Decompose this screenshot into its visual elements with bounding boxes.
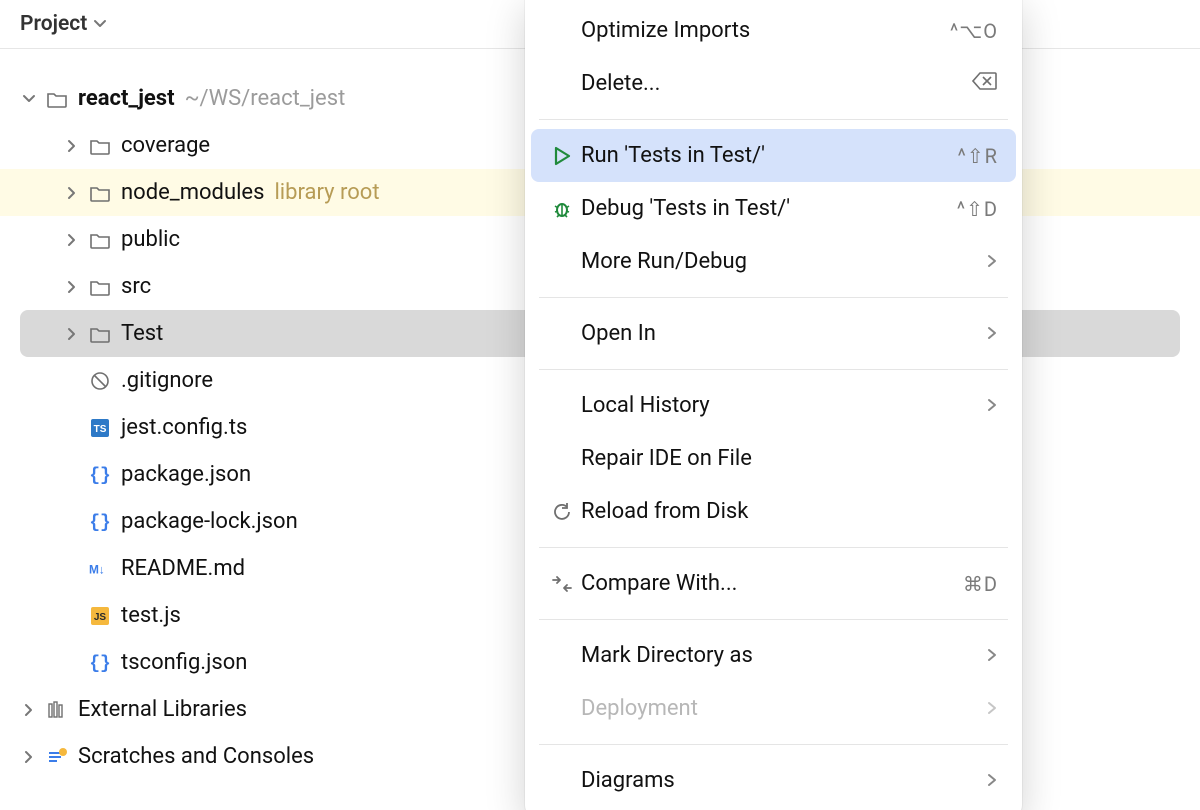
- menu-item-optimize-imports[interactable]: Optimize Imports ^⌥O: [531, 4, 1016, 57]
- json-file-icon: {}: [89, 652, 111, 674]
- chevron-right-icon[interactable]: [65, 280, 79, 294]
- menu-item-deployment: Deployment: [531, 682, 1016, 735]
- menu-separator: [539, 547, 1008, 548]
- menu-separator: [539, 619, 1008, 620]
- chevron-right-icon: [986, 643, 998, 668]
- menu-item-mark-directory-as[interactable]: Mark Directory as: [531, 629, 1016, 682]
- menu-item-delete[interactable]: Delete...: [531, 57, 1016, 110]
- menu-item-debug-tests[interactable]: Debug 'Tests in Test/' ^⇧D: [531, 182, 1016, 235]
- chevron-right-icon: [986, 249, 998, 274]
- menu-shortcut: ^⌥O: [950, 19, 998, 43]
- menu-label: Open In: [581, 321, 978, 346]
- scratches-icon: [46, 746, 68, 768]
- tree-label: jest.config.ts: [121, 415, 247, 440]
- json-file-icon: {}: [89, 511, 111, 533]
- chevron-right-icon[interactable]: [22, 703, 36, 717]
- folder-icon: [89, 276, 111, 298]
- svg-text:{}: {}: [89, 513, 111, 533]
- tree-label: public: [121, 227, 180, 252]
- menu-item-repair-ide[interactable]: Repair IDE on File: [531, 432, 1016, 485]
- chevron-right-icon[interactable]: [65, 186, 79, 200]
- menu-label: Deployment: [581, 696, 978, 721]
- chevron-down-icon[interactable]: [22, 92, 36, 106]
- menu-item-local-history[interactable]: Local History: [531, 379, 1016, 432]
- svg-text:M↓: M↓: [89, 562, 105, 576]
- tree-label: Test: [121, 321, 163, 346]
- tree-label: node_modules: [121, 180, 264, 205]
- folder-icon: [46, 88, 68, 110]
- json-file-icon: {}: [89, 464, 111, 486]
- chevron-right-icon: [986, 768, 998, 793]
- menu-label: Delete...: [581, 71, 964, 96]
- menu-label: Diagrams: [581, 768, 978, 793]
- menu-shortcut: ^⇧D: [957, 197, 998, 221]
- js-file-icon: JS: [89, 605, 111, 627]
- menu-item-reload-from-disk[interactable]: Reload from Disk: [531, 485, 1016, 538]
- chevron-right-icon[interactable]: [65, 233, 79, 247]
- chevron-right-icon[interactable]: [22, 750, 36, 764]
- tree-label: test.js: [121, 603, 181, 628]
- markdown-file-icon: M↓: [89, 558, 111, 580]
- panel-title: Project: [20, 12, 87, 36]
- menu-item-more-run-debug[interactable]: More Run/Debug: [531, 235, 1016, 288]
- project-name: react_jest: [78, 86, 175, 111]
- menu-label: Debug 'Tests in Test/': [581, 196, 949, 221]
- svg-text:{}: {}: [89, 654, 111, 674]
- library-icon: [46, 699, 68, 721]
- menu-label: Mark Directory as: [581, 643, 978, 668]
- menu-shortcut: ^⇧R: [958, 144, 998, 168]
- svg-text:TS: TS: [94, 424, 107, 435]
- menu-label: Compare With...: [581, 571, 955, 596]
- menu-label: Reload from Disk: [581, 499, 998, 524]
- menu-separator: [539, 744, 1008, 745]
- tree-label: tsconfig.json: [121, 650, 247, 675]
- debug-icon: [547, 198, 577, 220]
- run-icon: [547, 146, 577, 166]
- folder-icon: [89, 182, 111, 204]
- project-tool-window: Project react_jest ~/WS/react_jest: [0, 0, 1200, 810]
- menu-separator: [539, 119, 1008, 120]
- menu-separator: [539, 369, 1008, 370]
- tree-label: src: [121, 274, 151, 299]
- folder-icon: [89, 135, 111, 157]
- context-menu[interactable]: Optimize Imports ^⌥O Delete... Run 'Test…: [525, 0, 1022, 810]
- chevron-right-icon: [986, 321, 998, 346]
- reload-icon: [547, 502, 577, 522]
- tree-label: package-lock.json: [121, 509, 298, 534]
- folder-icon: [89, 229, 111, 251]
- chevron-right-icon[interactable]: [65, 139, 79, 153]
- menu-separator: [539, 297, 1008, 298]
- menu-label: Local History: [581, 393, 978, 418]
- menu-item-open-in[interactable]: Open In: [531, 307, 1016, 360]
- menu-item-run-tests[interactable]: Run 'Tests in Test/' ^⇧R: [531, 129, 1016, 182]
- chevron-right-icon[interactable]: [65, 327, 79, 341]
- tree-suffix: library root: [274, 180, 379, 205]
- svg-text:JS: JS: [94, 612, 107, 623]
- menu-item-diagrams[interactable]: Diagrams: [531, 754, 1016, 807]
- ts-file-icon: TS: [89, 417, 111, 439]
- tree-label: README.md: [121, 556, 245, 581]
- gitignore-icon: [89, 370, 111, 392]
- tree-label: Scratches and Consoles: [78, 744, 314, 769]
- chevron-down-icon: [93, 12, 107, 37]
- menu-label: Run 'Tests in Test/': [581, 143, 950, 168]
- menu-label: More Run/Debug: [581, 249, 978, 274]
- compare-icon: [547, 574, 577, 594]
- menu-item-compare-with[interactable]: Compare With... ⌘D: [531, 557, 1016, 610]
- menu-label: Repair IDE on File: [581, 446, 998, 471]
- tree-label: package.json: [121, 462, 251, 487]
- tree-label: External Libraries: [78, 697, 247, 722]
- svg-text:{}: {}: [89, 466, 111, 486]
- chevron-right-icon: [986, 393, 998, 418]
- project-path: ~/WS/react_jest: [185, 86, 346, 111]
- chevron-right-icon: [986, 696, 998, 721]
- menu-label: Optimize Imports: [581, 18, 942, 43]
- tree-label: coverage: [121, 133, 210, 158]
- delete-key-icon: [972, 71, 998, 96]
- tree-label: .gitignore: [121, 368, 213, 393]
- folder-icon: [89, 323, 111, 345]
- menu-shortcut: ⌘D: [963, 572, 998, 596]
